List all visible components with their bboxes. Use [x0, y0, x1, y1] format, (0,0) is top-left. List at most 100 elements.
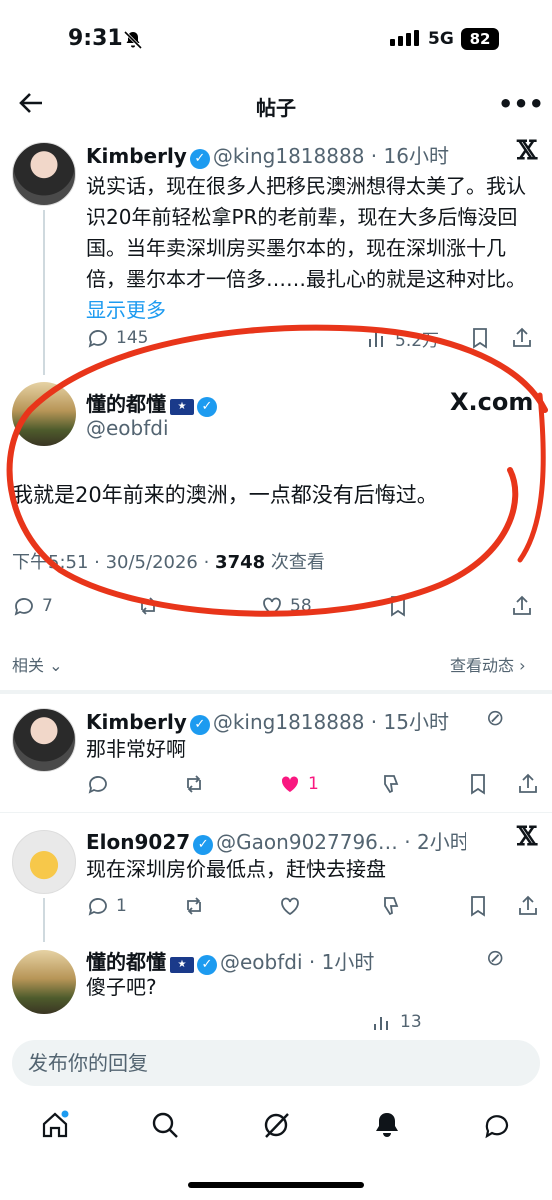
signal-icon	[390, 30, 419, 46]
page-title: 帖子	[256, 96, 296, 120]
tweet-header: Elon9027 ✓ @Gaon9027796… · 2小时	[86, 826, 466, 855]
tweet-text: 那非常好啊	[86, 737, 186, 761]
tweet-text: 现在深圳房价最低点，赶快去接盘	[86, 857, 386, 881]
avatar[interactable]	[12, 708, 76, 772]
verified-badge-icon: ✓	[189, 714, 210, 735]
like-button[interactable]	[278, 894, 302, 918]
heart-icon	[263, 597, 281, 616]
views-icon	[369, 331, 383, 347]
like-button[interactable]: 1	[278, 772, 319, 796]
reply-button[interactable]: 7	[12, 594, 53, 618]
avatar[interactable]	[12, 950, 76, 1014]
section-divider	[0, 690, 552, 694]
share-button[interactable]	[510, 326, 534, 350]
share-icon	[519, 773, 537, 793]
like-count: 1	[308, 774, 319, 794]
bookmark-icon	[471, 774, 485, 795]
reply-button[interactable]: 145	[86, 326, 148, 350]
reply-button[interactable]: 1	[86, 894, 127, 918]
repost-button[interactable]	[182, 772, 206, 796]
bookmark-button[interactable]	[466, 772, 490, 796]
home-tab-icon[interactable]	[40, 1110, 70, 1140]
view-count: 3748	[215, 552, 266, 573]
reply-count: 1	[116, 896, 127, 916]
thread-line	[43, 898, 45, 942]
author-name[interactable]: 懂的都懂	[86, 392, 166, 416]
grok-icon[interactable]: ⊘	[486, 946, 504, 971]
reply-icon	[14, 598, 33, 616]
author-name[interactable]: Kimberly	[86, 144, 187, 168]
repost-icon	[187, 775, 201, 793]
more-options-icon[interactable]: •••	[498, 90, 544, 118]
grok-icon[interactable]: ⊘	[486, 706, 504, 731]
avatar[interactable]	[12, 142, 76, 206]
bookmark-icon	[391, 596, 405, 617]
x-logo-icon: 𝕏	[517, 136, 538, 166]
verified-badge-icon: ✓	[193, 834, 214, 855]
author-handle[interactable]: @Gaon9027796…	[216, 830, 398, 854]
bookmark-icon	[473, 328, 487, 349]
related-dropdown[interactable]: 相关 ⌄	[12, 652, 63, 676]
tweet-time: 15小时	[383, 710, 449, 734]
views-icon	[374, 1017, 388, 1030]
share-icon	[513, 595, 531, 615]
australia-flag-icon: ★	[170, 398, 194, 415]
status-bar: 9:31 5G 82	[0, 0, 552, 80]
muted-bell-icon	[123, 30, 143, 55]
author-name[interactable]: Elon9027	[86, 830, 190, 854]
dislike-button[interactable]	[378, 894, 402, 918]
tweet-meta: 下午5:51 · 30/5/2026 · 3748 次查看	[12, 548, 325, 574]
author-name[interactable]: 懂的都懂	[86, 950, 166, 974]
dislike-button[interactable]	[378, 772, 402, 796]
messages-tab-icon[interactable]	[482, 1110, 512, 1140]
bookmark-button[interactable]	[466, 894, 490, 918]
reply-input[interactable]: 发布你的回复	[12, 1040, 540, 1086]
view-label: 次查看	[265, 552, 325, 573]
bookmark-button[interactable]	[468, 326, 492, 350]
like-button[interactable]: 58	[260, 594, 312, 618]
red-annotation-scribble	[6, 324, 548, 617]
bottom-tab-bar	[0, 1100, 552, 1160]
grok-tab-icon[interactable]	[261, 1110, 291, 1140]
share-icon	[519, 895, 537, 915]
search-tab-icon[interactable]	[150, 1110, 180, 1140]
notifications-tab-icon[interactable]	[372, 1110, 402, 1140]
author-handle[interactable]: @eobfdi	[220, 950, 303, 974]
views-button[interactable]: 13	[370, 1012, 422, 1030]
repost-button[interactable]	[136, 594, 160, 618]
share-button[interactable]	[516, 894, 540, 918]
bookmark-button[interactable]	[386, 594, 410, 618]
author-handle[interactable]: @king1818888	[213, 710, 365, 734]
bookmark-icon	[471, 896, 485, 917]
verified-badge-icon: ✓	[197, 954, 217, 975]
thumbs-down-icon	[384, 897, 399, 916]
repost-icon	[187, 897, 201, 915]
like-count: 58	[290, 596, 312, 616]
tweet-time: 16小时	[383, 144, 449, 168]
avatar[interactable]	[12, 830, 76, 894]
thumbs-down-icon	[384, 775, 399, 794]
view-activity-link[interactable]: 查看动态 ›	[450, 652, 526, 676]
reply-button[interactable]	[86, 772, 110, 796]
repost-icon	[141, 597, 155, 615]
tweet-header: 懂的都懂 ★ ✓ @eobfdi · 1小时	[86, 950, 375, 975]
repost-button[interactable]	[182, 894, 206, 918]
avatar[interactable]	[12, 382, 76, 446]
verified-badge-icon: ✓	[189, 148, 210, 169]
share-button[interactable]	[510, 594, 534, 618]
tweet-text: 傻子吧?	[86, 975, 157, 999]
share-button[interactable]	[516, 772, 540, 796]
network-type: 5G	[428, 29, 454, 49]
divider	[0, 812, 552, 813]
australia-flag-icon: ★	[170, 956, 194, 973]
x-logo-icon: 𝕏	[517, 822, 538, 852]
battery-icon: 82	[461, 28, 499, 50]
author-handle[interactable]: @eobfdi	[86, 416, 169, 440]
show-more-link[interactable]: 显示更多	[86, 298, 166, 322]
reply-icon	[88, 330, 107, 348]
author-name[interactable]: Kimberly	[86, 710, 187, 734]
tweet-text: 我就是20年前来的澳洲，一点都没有后悔过。	[12, 483, 438, 507]
tweet-header: 懂的都懂 ★ ✓	[86, 388, 220, 417]
author-handle[interactable]: @king1818888	[213, 144, 365, 168]
views-button[interactable]: 5.2万	[365, 326, 439, 351]
